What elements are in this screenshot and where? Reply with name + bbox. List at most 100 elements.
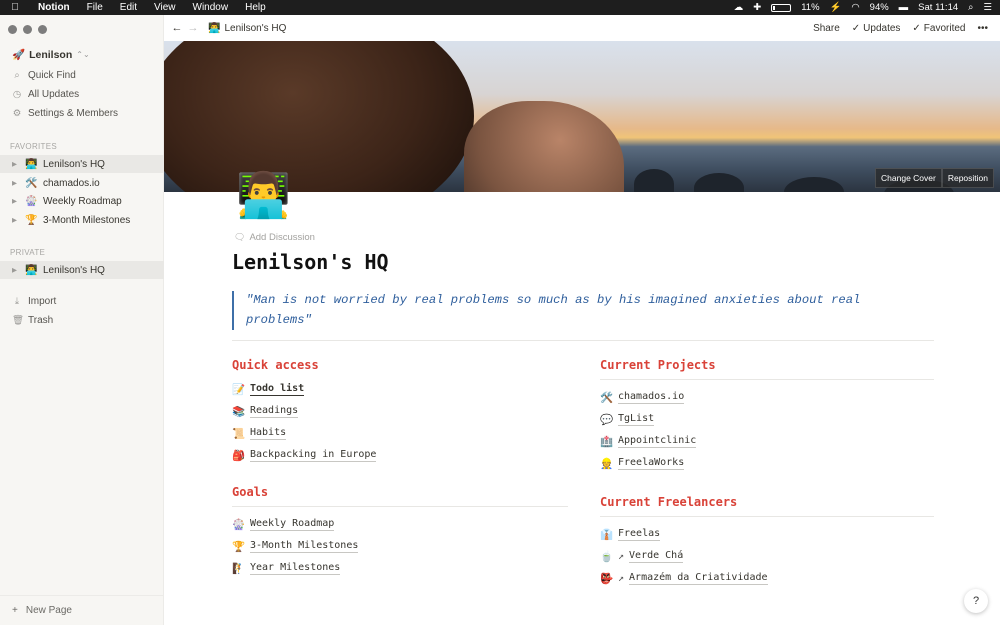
link-backpacking[interactable]: 🎒 Backpacking in Europe [232, 444, 568, 466]
close-window-button[interactable] [8, 25, 17, 34]
sidebar-item-private-lenilsons-hq[interactable]: ▶ 👨‍💻 Lenilson's HQ [0, 261, 164, 279]
sidebar-item-weekly-roadmap[interactable]: ▶ 🎡 Weekly Roadmap [0, 192, 164, 210]
sidebar-link-label: All Updates [28, 89, 80, 100]
cloud-icon[interactable]: ☁ [734, 2, 744, 13]
quote-block[interactable]: "Man is not worried by real problems so … [232, 291, 932, 330]
help-button[interactable]: ? [964, 589, 988, 613]
minimize-window-button[interactable] [23, 25, 32, 34]
freelancers-section: Current Freelancers 👔 Freelas 🍵 ↗ Verde … [600, 495, 934, 589]
bolt-icon: ⚡ [829, 2, 842, 13]
menu-file[interactable]: File [79, 0, 112, 15]
link-year-milestones[interactable]: 🧗 Year Milestones [232, 557, 568, 579]
link-appointclinic[interactable]: 🏥 Appointclinic [600, 430, 934, 452]
new-page-label: New Page [25, 605, 72, 616]
cover-photo-head [164, 41, 474, 192]
sidebar-item-label: 3-Month Milestones [43, 214, 131, 226]
sidebar-item-3-month-milestones[interactable]: ▶ 🏆 3-Month Milestones [0, 211, 164, 229]
page-icon[interactable]: 👨‍💻 [236, 170, 291, 222]
favorited-label: Favorited [923, 22, 966, 34]
share-button[interactable]: Share [813, 23, 840, 34]
sidebar-link-label: Import [28, 296, 57, 307]
page-title[interactable]: Lenilson's HQ [232, 250, 389, 274]
tools-icon: 🛠️ [600, 391, 614, 404]
expand-arrow-icon[interactable]: ▶ [12, 197, 20, 205]
link-chamados[interactable]: 🛠️ chamados.io [600, 386, 934, 408]
sidebar-settings[interactable]: ⚙ Settings & Members [12, 108, 118, 119]
cover-photo-face [464, 101, 624, 192]
reposition-button[interactable]: Reposition [941, 168, 994, 188]
link-verde-cha[interactable]: 🍵 ↗ Verde Chá [600, 545, 934, 567]
expand-arrow-icon[interactable]: ▶ [12, 179, 20, 187]
link-label: chamados.io [618, 390, 685, 404]
sidebar-quick-find[interactable]: ⌕ Quick Find [12, 70, 75, 81]
change-cover-button[interactable]: Change Cover [875, 168, 942, 188]
link-freelaworks[interactable]: 👷 FreelaWorks [600, 452, 934, 474]
link-todo-list[interactable]: 📝 Todo list [232, 378, 568, 400]
wifi-icon[interactable]: ◠ [851, 2, 859, 13]
add-discussion-button[interactable]: 🗨 Add Discussion [234, 232, 315, 243]
breadcrumb-label: Lenilson's HQ [224, 22, 287, 34]
menu-view[interactable]: View [146, 0, 185, 15]
wifi-level: 94% [869, 2, 889, 13]
plus-icon[interactable]: ✚ [753, 2, 761, 13]
sidebar-item-label: Weekly Roadmap [43, 195, 122, 207]
plus-icon: + [12, 605, 18, 616]
cover-photo-rock [634, 169, 674, 192]
menu-app[interactable]: Notion [30, 0, 79, 15]
spotlight-icon[interactable]: ⌕ [968, 2, 973, 13]
link-armazem[interactable]: 👺 ↗ Armazém da Criatividade [600, 567, 934, 589]
updates-label: Updates [863, 22, 901, 34]
link-label: Verde Chá [629, 549, 684, 563]
link-3-month-milestones[interactable]: 🏆 3-Month Milestones [232, 535, 568, 557]
sidebar-item-chamados[interactable]: ▶ 🛠️ chamados.io [0, 174, 164, 192]
link-label: Readings [250, 404, 299, 418]
back-arrow-icon[interactable]: ← [170, 22, 184, 34]
sidebar-import[interactable]: ⤓ Import [12, 296, 56, 307]
menu-window[interactable]: Window [185, 0, 238, 15]
link-label: Year Milestones [250, 561, 341, 575]
ferris-wheel-icon: 🎡 [25, 195, 38, 207]
link-freelas[interactable]: 👔 Freelas [600, 523, 934, 545]
link-readings[interactable]: 📚 Readings [232, 400, 568, 422]
menu-help[interactable]: Help [237, 0, 275, 15]
expand-arrow-icon[interactable]: ▶ [12, 160, 20, 168]
gear-icon: ⚙ [12, 108, 22, 119]
volume-icon[interactable]: ▬ [899, 2, 909, 13]
link-label: Armazém da Criatividade [629, 571, 768, 585]
sidebar-item-label: chamados.io [43, 177, 100, 189]
zoom-window-button[interactable] [38, 25, 47, 34]
clock[interactable]: Sat 11:14 [918, 2, 958, 13]
battery-icon[interactable] [771, 3, 792, 12]
projects-heading: Current Projects [600, 358, 934, 380]
menu-edit[interactable]: Edit [112, 0, 146, 15]
new-page-button[interactable]: + New Page [0, 595, 164, 625]
link-label: Weekly Roadmap [250, 517, 335, 531]
sidebar-all-updates[interactable]: ◷ All Updates [12, 89, 79, 100]
menu-list-icon[interactable]: ☰ [983, 2, 992, 13]
workspace-name: Lenilson [29, 48, 73, 61]
sidebar-item-lenilsons-hq[interactable]: ▶ 👨‍💻 Lenilson's HQ [0, 155, 164, 173]
sidebar-trash[interactable]: 🗑 Trash [12, 315, 53, 326]
link-weekly-roadmap[interactable]: 🎡 Weekly Roadmap [232, 513, 568, 535]
breadcrumb[interactable]: 👨‍💻 Lenilson's HQ [208, 23, 286, 34]
link-label: Appointclinic [618, 434, 697, 448]
check-icon: ✓ [912, 22, 921, 34]
technologist-icon: 👨‍💻 [208, 22, 221, 34]
expand-arrow-icon[interactable]: ▶ [12, 216, 20, 224]
trash-icon: 🗑 [12, 315, 25, 326]
trophy-icon: 🏆 [232, 540, 246, 553]
expand-arrow-icon[interactable]: ▶ [12, 266, 20, 274]
projects-section: Current Projects 🛠️ chamados.io 💬 TgList… [600, 358, 934, 474]
link-tglist[interactable]: 💬 TgList [600, 408, 934, 430]
favorited-button[interactable]: ✓ Favorited [912, 23, 965, 34]
workspace-switcher[interactable]: 🚀 Lenilson ⌃⌄ [12, 48, 90, 62]
more-options-icon[interactable]: ••• [977, 23, 988, 34]
cover-actions: Change Cover Reposition [875, 168, 994, 188]
updates-button[interactable]: ✓ Updates [852, 23, 901, 34]
favorites-heading: FAVORITES [10, 142, 58, 151]
link-arrow-icon: ↗ [618, 572, 625, 584]
forward-arrow-icon[interactable]: → [186, 22, 200, 34]
apple-icon[interactable]:  [0, 2, 30, 13]
sidebar-link-label: Trash [28, 315, 54, 326]
link-habits[interactable]: 📜 Habits [232, 422, 568, 444]
